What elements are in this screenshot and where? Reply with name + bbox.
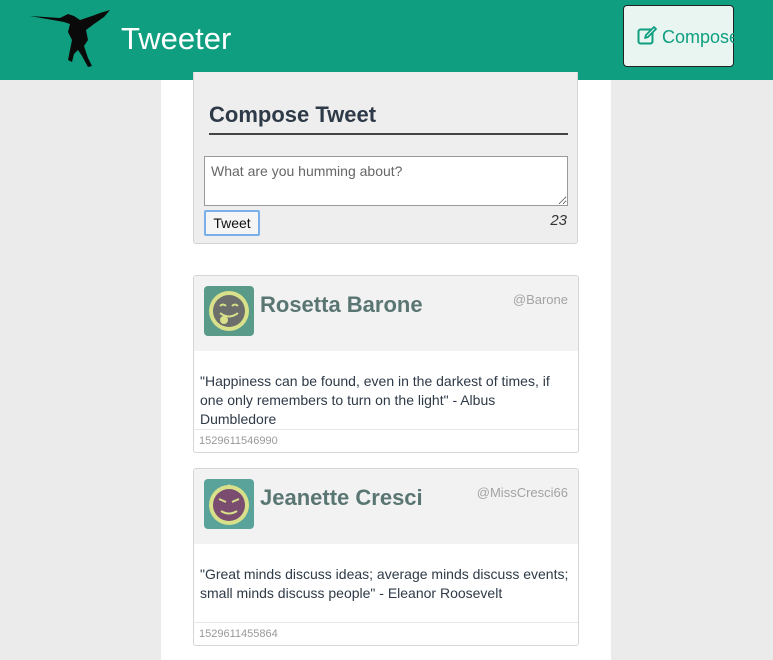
hummingbird-logo-icon <box>30 10 110 67</box>
tweet-author-name: Rosetta Barone <box>260 292 423 317</box>
tweet-header: Rosetta Barone @Barone <box>194 276 578 351</box>
tweet-timestamp: 1529611546990 <box>199 435 278 447</box>
tweet-author-handle: @Barone <box>512 292 568 307</box>
compose-button[interactable]: Compose <box>623 5 739 67</box>
tweet-footer: 1529611546990 <box>194 429 578 452</box>
brand-title[interactable]: Tweeter <box>121 19 231 59</box>
tweet-text: "Great minds discuss ideas; average mind… <box>200 566 569 601</box>
character-counter: 23 <box>550 212 567 229</box>
edit-icon <box>637 26 657 45</box>
tweet-footer: 1529611455864 <box>194 622 578 645</box>
tweet-button[interactable]: Tweet <box>204 210 260 236</box>
avatar <box>204 286 254 336</box>
tweet-card: Rosetta Barone @Barone "Happiness can be… <box>193 275 579 453</box>
tweet-textarea[interactable] <box>204 156 568 206</box>
tweet-author-name: Jeanette Cresci <box>260 485 423 510</box>
compose-title: Compose Tweet <box>209 102 568 135</box>
tweet-timestamp: 1529611455864 <box>199 628 278 640</box>
tweet-header: Jeanette Cresci @MissCresci66 <box>194 469 578 544</box>
compose-button-label: Compose <box>662 27 740 47</box>
tongue-out-face-icon <box>204 286 254 336</box>
avatar <box>204 479 254 529</box>
compose-tweet-panel: Compose Tweet Tweet 23 <box>193 72 578 244</box>
grumpy-face-icon <box>204 479 254 529</box>
tweet-card: Jeanette Cresci @MissCresci66 "Great min… <box>193 468 579 646</box>
tweet-text: "Happiness can be found, even in the dar… <box>200 373 550 427</box>
top-navbar: Tweeter Compose <box>0 0 773 80</box>
tweet-author-handle: @MissCresci66 <box>476 485 568 500</box>
